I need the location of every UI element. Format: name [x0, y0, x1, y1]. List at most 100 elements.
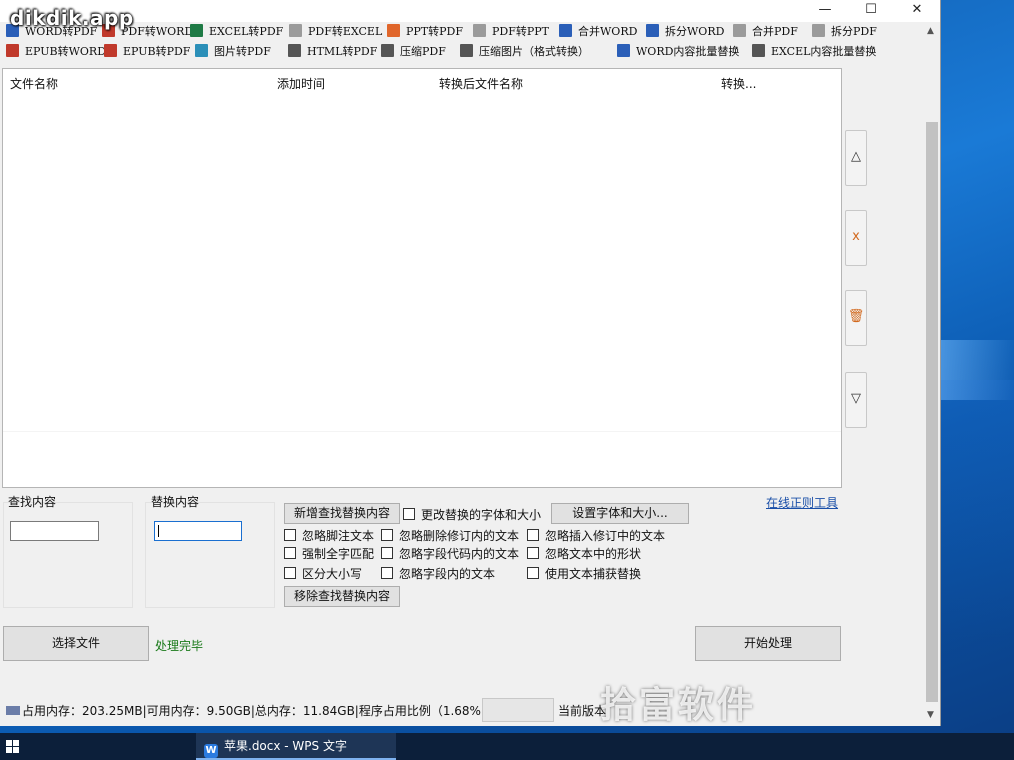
replace-group [145, 502, 275, 608]
remove-find-replace-button[interactable]: 移除查找替换内容 [284, 586, 400, 607]
toolbar-item-split-pdf[interactable]: 拆分PDF [812, 23, 877, 41]
online-regex-link[interactable]: 在线正则工具 [766, 494, 838, 511]
checkbox-box [527, 567, 539, 579]
excel-icon [752, 44, 765, 57]
compress-icon [460, 44, 473, 57]
toolbar-item-ppt-to-pdf[interactable]: PPT转PDF [387, 23, 463, 41]
toolbar-item-merge-pdf[interactable]: 合并PDF [733, 23, 798, 41]
toolbar-item-word-batch-replace[interactable]: WORD内容批量替换 [617, 43, 739, 61]
memory-usage: 占用内存：203.25MB|可用内存：9.50GB|总内存：11.84GB|程序… [6, 702, 486, 719]
scroll-thumb[interactable] [926, 122, 938, 702]
ignore-field-text-checkbox[interactable]: 忽略字段内的文本 [381, 565, 495, 582]
ignore-field-code-checkbox[interactable]: 忽略字段代码内的文本 [381, 545, 519, 562]
toolbar-item-excel-to-pdf[interactable]: EXCEL转PDF [190, 23, 283, 41]
toolbar-item-epub-to-pdf[interactable]: EPUB转PDF [104, 43, 190, 61]
version-label: 当前版本 [558, 704, 607, 718]
change-font-checkbox[interactable]: 更改替换的字体和大小 [403, 506, 541, 523]
start-process-button[interactable]: 开始处理 [695, 626, 841, 661]
file-list-table[interactable]: 文件名称 添加时间 转换后文件名称 转换... [2, 68, 842, 488]
force-whole-word-checkbox[interactable]: 强制全字匹配 [284, 545, 374, 562]
column-header-filename[interactable]: 文件名称 [10, 75, 58, 92]
list-divider [3, 431, 841, 432]
checkbox-box [284, 547, 296, 559]
split-icon [812, 24, 825, 37]
triangle-up-icon: △ [851, 149, 861, 164]
status-bar: 占用内存：203.25MB|可用内存：9.50GB|总内存：11.84GB|程序… [0, 696, 940, 724]
find-label: 查找内容 [8, 495, 57, 509]
epub-icon [6, 44, 19, 57]
toolbar-item-image-to-pdf[interactable]: 图片转PDF [195, 43, 271, 61]
toolbar-row-2: EPUB转WORD EPUB转PDF 图片转PDF HTML转PDF 压缩PDF… [0, 42, 920, 62]
html-icon [288, 44, 301, 57]
triangle-down-icon: ▽ [851, 391, 861, 406]
x-icon: x [852, 229, 860, 244]
ignore-shape-text-checkbox[interactable]: 忽略文本中的形状 [527, 545, 641, 562]
taskbar-item-wps[interactable]: W 苹果.docx - WPS 文字 [196, 733, 396, 760]
windows-start-icon[interactable] [6, 740, 20, 754]
checkbox-box [527, 529, 539, 541]
checkbox-box [284, 567, 296, 579]
ignore-deleted-revision-checkbox[interactable]: 忽略删除修订内的文本 [381, 527, 519, 544]
close-button[interactable]: ✕ [894, 0, 940, 22]
taskbar: W 苹果.docx - WPS 文字 [0, 733, 1014, 760]
ppt-icon [387, 24, 400, 37]
toolbar-item-split-word[interactable]: 拆分WORD [646, 23, 724, 41]
add-find-replace-button[interactable]: 新增查找替换内容 [284, 503, 400, 524]
toolbar-item-pdf-to-ppt[interactable]: PDF转PPT [473, 23, 549, 41]
minimize-button[interactable]: — [802, 0, 848, 22]
wps-icon: W [204, 744, 218, 758]
set-font-button[interactable]: 设置字体和大小... [551, 503, 689, 524]
vertical-scrollbar[interactable]: ▲ ▼ [924, 22, 940, 726]
column-header-status[interactable]: 转换... [721, 75, 756, 92]
word-icon [617, 44, 630, 57]
progress-bar [482, 698, 554, 722]
text-caret [158, 525, 159, 537]
toolbar-item-html-to-pdf[interactable]: HTML转PDF [288, 43, 377, 61]
case-sensitive-checkbox[interactable]: 区分大小写 [284, 565, 362, 582]
watermark-text: 拾富软件 [600, 685, 757, 726]
clear-list-button[interactable]: 🗑 [845, 290, 867, 346]
app-window: — ☐ ✕ WORD转PDF PDF转WORD EXCEL转PDF PDF转EX… [0, 0, 941, 726]
toolbar-item-excel-batch-replace[interactable]: EXCEL内容批量替换 [752, 43, 876, 61]
epub-icon [104, 44, 117, 57]
find-group [3, 502, 133, 608]
pdf-icon [289, 24, 302, 37]
brand-watermark: dikdik.app [10, 6, 134, 30]
delete-item-button[interactable]: x [845, 210, 867, 266]
ignore-footnote-checkbox[interactable]: 忽略脚注文本 [284, 527, 374, 544]
replace-input[interactable] [154, 521, 242, 541]
move-up-button[interactable]: △ [845, 130, 867, 186]
trash-icon: 🗑 [847, 309, 865, 324]
toolbar-item-compress-pdf[interactable]: 压缩PDF [381, 43, 446, 61]
column-header-output-name[interactable]: 转换后文件名称 [439, 75, 523, 92]
memory-icon [6, 706, 20, 715]
compress-icon [381, 44, 394, 57]
split-icon [646, 24, 659, 37]
merge-icon [733, 24, 746, 37]
excel-icon [190, 24, 203, 37]
find-input[interactable] [10, 521, 99, 541]
scroll-up-icon[interactable]: ▲ [927, 26, 934, 36]
move-down-button[interactable]: ▽ [845, 372, 867, 428]
maximize-button[interactable]: ☐ [848, 0, 894, 22]
pdf-icon [473, 24, 486, 37]
ignore-inserted-revision-checkbox[interactable]: 忽略插入修订中的文本 [527, 527, 665, 544]
checkbox-box [381, 529, 393, 541]
merge-icon [559, 24, 572, 37]
checkbox-box [403, 508, 415, 520]
checkbox-box [284, 529, 296, 541]
toolbar-item-compress-image[interactable]: 压缩图片（格式转换） [460, 43, 589, 61]
use-text-capture-checkbox[interactable]: 使用文本捕获替换 [527, 565, 641, 582]
toolbar-item-pdf-to-excel[interactable]: PDF转EXCEL [289, 23, 382, 41]
scroll-down-icon[interactable]: ▼ [927, 710, 934, 720]
checkbox-box [381, 547, 393, 559]
image-icon [195, 44, 208, 57]
toolbar-row-1: WORD转PDF PDF转WORD EXCEL转PDF PDF转EXCEL PP… [0, 22, 920, 42]
status-text: 处理完毕 [155, 639, 204, 653]
replace-label: 替换内容 [151, 495, 200, 509]
select-file-button[interactable]: 选择文件 [3, 626, 149, 661]
column-header-added-time[interactable]: 添加时间 [277, 75, 325, 92]
toolbar-item-epub-to-word[interactable]: EPUB转WORD [6, 43, 106, 61]
toolbar-item-merge-word[interactable]: 合并WORD [559, 23, 637, 41]
title-bar: — ☐ ✕ [0, 0, 940, 22]
